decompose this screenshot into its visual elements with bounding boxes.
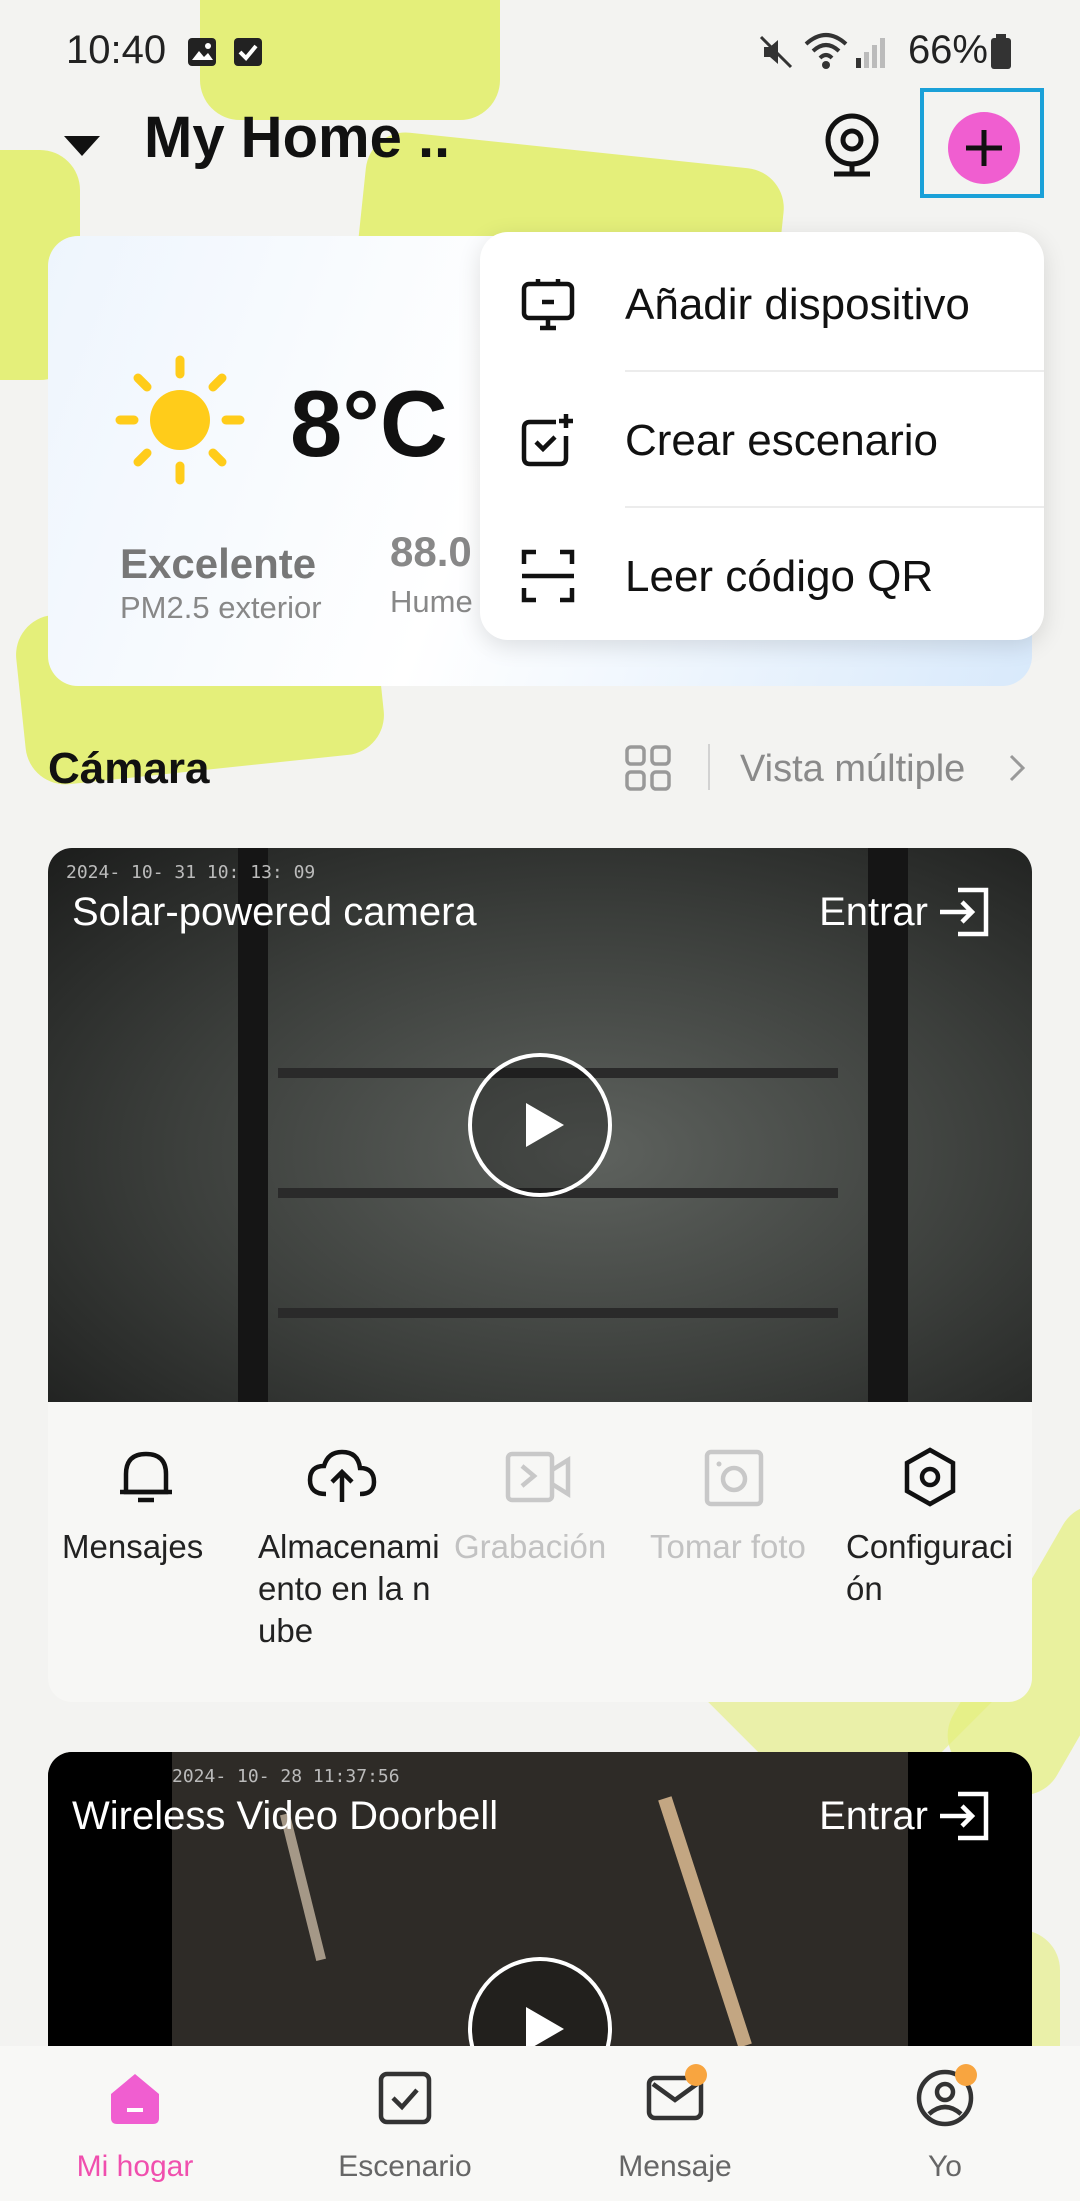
mute-icon — [759, 35, 793, 69]
nav-label: Yo — [928, 2150, 962, 2183]
camera-name: Solar-powered camera — [72, 890, 477, 934]
nav-yo[interactable]: Yo — [810, 2046, 1080, 2201]
camera-feed[interactable]: 2024- 10- 28 11:37:56 Wireless Video Doo… — [48, 1752, 1032, 2046]
enter-button[interactable]: Entrar — [819, 1794, 928, 1839]
qr-scan-icon — [521, 549, 575, 603]
air-quality-value: Excelente — [120, 540, 317, 587]
light-streak — [658, 1796, 752, 2046]
create-scene-icon — [521, 414, 573, 467]
vertical-divider — [708, 744, 710, 790]
nav-mensaje[interactable]: Mensaje — [540, 2046, 810, 2201]
bottom-nav: Mi hogar Escenario Mensaje Yo — [0, 2046, 1080, 2201]
camera-timestamp: 2024- 10- 28 11:37:56 — [172, 1766, 400, 1787]
menu-item-label: Leer código QR — [625, 552, 934, 601]
home-title[interactable]: My Home .. — [144, 104, 450, 171]
status-time: 10:40 — [66, 28, 167, 72]
humidity-value: 88.0 — [390, 528, 472, 575]
sun-icon — [115, 355, 245, 485]
action-label: Tomar foto — [650, 1528, 806, 1565]
play-button[interactable] — [468, 1053, 612, 1197]
nav-label: Escenario — [338, 2150, 472, 2183]
play-icon — [526, 1103, 564, 1147]
nav-label: Mi hogar — [76, 2150, 194, 2183]
action-label: Almacenamiento en la nube — [258, 1528, 440, 1649]
camera-feed[interactable]: 2024- 10- 31 10: 13: 09 Solar-powered ca… — [48, 848, 1032, 1402]
shelf — [278, 1308, 838, 1318]
action-messages[interactable]: Mensajes — [48, 1402, 244, 1568]
battery-percentage: 66% — [907, 28, 988, 72]
signal-icon — [856, 38, 885, 68]
settings-hex-icon — [904, 1447, 956, 1507]
battery-icon — [991, 34, 1011, 69]
enter-button[interactable]: Entrar — [819, 890, 928, 935]
action-label: Grabación — [454, 1528, 607, 1565]
status-bar: 10:40 66% — [0, 0, 1080, 100]
play-icon — [526, 2007, 564, 2046]
action-settings[interactable]: Configuración — [832, 1402, 1028, 1610]
add-button-highlight — [920, 88, 1044, 198]
add-menu: Añadir dispositivo Crear escenario Leer … — [480, 232, 1044, 640]
multi-view-link[interactable]: Vista múltiple — [740, 748, 965, 791]
action-label: Mensajes — [62, 1528, 204, 1565]
menu-item-label: Añadir dispositivo — [625, 280, 970, 329]
menu-item-scan-qr[interactable]: Leer código QR — [480, 508, 1044, 644]
menu-item-create-scene[interactable]: Crear escenario — [480, 372, 1044, 508]
wifi-icon — [804, 33, 848, 69]
menu-item-add-device[interactable]: Añadir dispositivo — [480, 236, 1044, 372]
camera-actions: Mensajes Almacenamiento en la nube Graba… — [48, 1402, 1032, 1702]
dropdown-triangle-icon[interactable] — [62, 132, 102, 160]
action-recording: Grabación — [440, 1402, 636, 1568]
camera-icon[interactable] — [822, 112, 882, 180]
action-cloud-storage[interactable]: Almacenamiento en la nube — [244, 1402, 440, 1652]
camera-timestamp: 2024- 10- 31 10: 13: 09 — [66, 862, 316, 883]
action-take-photo: Tomar foto — [636, 1402, 832, 1568]
home-icon — [111, 2074, 159, 2124]
nav-mi-hogar[interactable]: Mi hogar — [0, 2046, 270, 2201]
camera-name: Wireless Video Doorbell — [72, 1794, 499, 1838]
chevron-right-icon[interactable] — [1006, 752, 1028, 784]
notification-dot — [955, 2064, 977, 2086]
menu-item-label: Crear escenario — [625, 416, 939, 465]
notification-dot — [685, 2064, 707, 2086]
play-button[interactable] — [468, 1957, 612, 2046]
enter-icon[interactable] — [938, 886, 990, 938]
temperature: 8°C — [290, 371, 448, 476]
scene-check-icon — [378, 2071, 432, 2125]
section-title: Cámara — [48, 744, 210, 793]
nav-label: Mensaje — [618, 2150, 732, 2183]
add-device-icon — [521, 279, 575, 331]
nav-escenario[interactable]: Escenario — [270, 2046, 540, 2201]
air-quality-label: PM2.5 exterior — [120, 590, 322, 625]
action-label: Configuración — [846, 1528, 1013, 1607]
humidity-label: Hume — [390, 584, 473, 619]
video-record-icon — [505, 1451, 571, 1503]
photo-icon — [704, 1449, 764, 1507]
camera-card: 2024- 10- 31 10: 13: 09 Solar-powered ca… — [48, 848, 1032, 1702]
image-icon — [188, 38, 216, 66]
cloud-upload-icon — [307, 1449, 377, 1502]
camera-card: 2024- 10- 28 11:37:56 Wireless Video Doo… — [48, 1752, 1032, 2046]
enter-icon[interactable] — [938, 1790, 990, 1842]
checkbox-icon — [234, 38, 262, 66]
grid-icon[interactable] — [624, 744, 672, 792]
bell-icon — [120, 1451, 172, 1503]
